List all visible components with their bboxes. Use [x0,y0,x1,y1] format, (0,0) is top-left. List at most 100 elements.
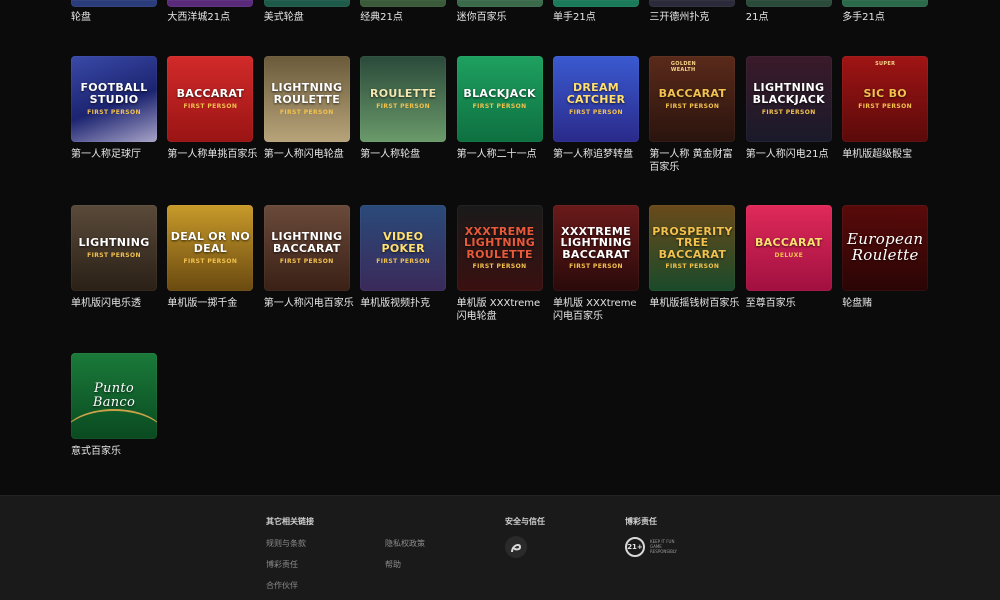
footer-link-privacy[interactable]: 隐私权政策 [385,538,425,549]
game-title[interactable]: 第一人称闪电百家乐 [264,297,354,310]
game-title[interactable]: 单机版视频扑克 [360,297,450,310]
game-thumbnail[interactable]: DEAL OR NO DEAL FIRST PERSON [167,205,254,291]
game-tile[interactable]: PROSPERITY TREE BACCARAT FIRST PERSON 单机版摇… [649,205,739,310]
game-tile[interactable]: 单手21点 [553,0,639,24]
game-title[interactable]: 单机版摇钱树百家乐 [649,297,739,310]
game-title[interactable]: 21点 [746,11,836,24]
game-title[interactable]: 意式百家乐 [71,445,161,458]
game-thumbnail[interactable]: BLACKJACK FIRST PERSON [456,56,543,142]
game-tile[interactable]: LIGHTNING BLACKJACK FIRST PERSON 第一人称闪电21点 [745,56,832,161]
game-tile[interactable]: LIGHTNING ROULETTE FIRST PERSON 第一人称闪电轮盘 [263,56,350,161]
game-title[interactable]: 第一人称足球厅 [71,148,161,161]
game-title[interactable]: 多手21点 [842,11,932,24]
footer-link-partners[interactable]: 合作伙伴 [266,580,298,591]
game-thumbnail[interactable]: European Roulette [842,205,929,291]
game-thumbnail[interactable]: PROSPERITY TREE BACCARAT FIRST PERSON [649,205,736,291]
game-thumbnail[interactable] [745,0,832,7]
game-thumbnail[interactable]: LIGHTNING ROULETTE FIRST PERSON [263,56,350,142]
game-thumbnail[interactable] [360,0,447,7]
footer-link-responsible[interactable]: 博彩责任 [266,559,298,570]
game-thumbnail[interactable] [71,0,157,7]
footer-link-help[interactable]: 帮助 [385,559,401,570]
game-subtitle-text: FIRST PERSON [665,263,720,271]
game-tile[interactable]: 多手21点 [842,0,929,24]
game-thumbnail[interactable]: LIGHTNING BLACKJACK FIRST PERSON [745,56,832,142]
game-title[interactable]: 美式轮盘 [264,11,354,24]
game-title[interactable]: 单手21点 [553,11,643,24]
game-thumbnail[interactable] [456,0,543,7]
game-thumbnail[interactable]: BACCARAT FIRST PERSON [167,56,254,142]
game-tile[interactable]: 轮盘 [71,0,157,24]
game-thumbnail[interactable]: ROULETTE FIRST PERSON [360,56,447,142]
game-tile[interactable]: XXXTREME LIGHTNING ROULETTE FIRST PERSON 单… [456,205,543,323]
game-title[interactable]: 单机版一掷千金 [167,297,257,310]
game-thumbnail[interactable]: FOOTBALL STUDIO FIRST PERSON [71,56,157,142]
game-title[interactable]: 第一人称单挑百家乐 [167,148,257,161]
game-tile[interactable]: 美式轮盘 [263,0,350,24]
game-thumbnail[interactable] [553,0,639,7]
game-tile[interactable]: BACCARAT FIRST PERSON 第一人称单挑百家乐 [167,56,257,161]
game-thumbnail[interactable]: LIGHTNING FIRST PERSON [71,205,157,291]
game-tile[interactable]: LIGHTNING BACCARAT FIRST PERSON 第一人称闪电百家乐 [263,205,354,310]
game-title[interactable]: 单机版 XXXtreme 闪电轮盘 [457,297,547,323]
footer-link-terms[interactable]: 规则与条款 [266,538,306,549]
game-title[interactable]: 第一人称轮盘 [360,148,450,161]
game-title[interactable]: 三开德州扑克 [649,11,739,24]
game-title[interactable]: 至尊百家乐 [746,297,836,310]
game-thumbnail[interactable]: XXXTREME LIGHTNING ROULETTE FIRST PERSON [456,205,543,291]
game-tile[interactable]: Punto Banco 意式百家乐 [71,353,157,458]
game-thumbnail[interactable]: DREAM CATCHER FIRST PERSON [553,56,639,142]
game-tile[interactable]: BACCARAT DELUXE 至尊百家乐 [745,205,832,310]
game-thumbnail[interactable]: LIGHTNING BACCARAT FIRST PERSON [263,205,350,291]
trust-logo-icon[interactable] [505,536,527,558]
game-tile[interactable]: SUPER SIC BO FIRST PERSON 单机版超级骰宝 [842,56,929,161]
game-tile[interactable]: 经典21点 [360,0,447,24]
game-brand-text: BACCARAT [658,87,727,101]
game-thumbnail[interactable]: SUPER SIC BO FIRST PERSON [842,56,929,142]
game-tile[interactable]: XXXTREME LIGHTNING BACCARAT FIRST PERSON 单… [553,205,639,323]
game-tile[interactable]: ROULETTE FIRST PERSON 第一人称轮盘 [360,56,447,161]
game-title[interactable]: 第一人称闪电轮盘 [264,148,354,161]
game-tile[interactable]: DREAM CATCHER FIRST PERSON 第一人称追梦转盘 [553,56,639,161]
game-title[interactable]: 第一人称 黄金财富百家乐 [649,148,739,174]
game-tile[interactable]: GOLDEN WEALTH BACCARAT FIRST PERSON 第一人称 黄金… [649,56,736,174]
game-title[interactable]: 第一人称闪电21点 [746,148,836,161]
game-tile[interactable]: European Roulette 轮盘赌 [842,205,929,310]
game-tile[interactable]: DEAL OR NO DEAL FIRST PERSON 单机版一掷千金 [167,205,254,310]
game-tile[interactable]: VIDEO POKER FIRST PERSON 单机版视频扑克 [360,205,447,310]
game-subtitle-text: FIRST PERSON [87,251,141,259]
footer-trust-column: 安全与信任 [505,516,545,527]
game-title[interactable]: 单机版闪电乐透 [71,297,161,310]
game-thumbnail[interactable]: GOLDEN WEALTH BACCARAT FIRST PERSON [649,56,736,142]
game-tile[interactable]: BLACKJACK FIRST PERSON 第一人称二十一点 [456,56,543,161]
game-tile[interactable]: 大西洋城21点 [167,0,254,24]
game-badge: GOLDEN WEALTH [670,61,696,73]
game-title[interactable]: 第一人称二十一点 [457,148,547,161]
game-subtitle-text: FIRST PERSON [376,102,431,110]
game-title[interactable]: 单机版超级骰宝 [842,148,932,161]
game-title[interactable]: 经典21点 [360,11,450,24]
game-thumbnail[interactable] [649,0,736,7]
age-21-icon: 21+ [625,537,645,557]
game-thumbnail[interactable] [263,0,350,7]
game-title[interactable]: 大西洋城21点 [167,11,257,24]
game-subtitle-text: FIRST PERSON [665,102,720,110]
game-thumbnail[interactable] [167,0,254,7]
game-title[interactable]: 单机版 XXXtreme 闪电百家乐 [553,297,643,323]
game-subtitle-text: FIRST PERSON [472,102,527,110]
game-thumbnail[interactable] [842,0,929,7]
game-thumbnail[interactable]: VIDEO POKER FIRST PERSON [360,205,447,291]
game-title[interactable]: 迷你百家乐 [457,11,547,24]
game-tile[interactable]: 三开德州扑克 [649,0,736,24]
game-title[interactable]: 第一人称追梦转盘 [553,148,643,161]
game-title[interactable]: 轮盘 [71,11,161,24]
game-tile[interactable]: FOOTBALL STUDIO FIRST PERSON 第一人称足球厅 [71,56,157,161]
game-thumbnail[interactable]: BACCARAT DELUXE [745,205,832,291]
game-tile[interactable]: LIGHTNING FIRST PERSON 单机版闪电乐透 [71,205,157,310]
game-title[interactable]: 轮盘赌 [842,297,932,310]
footer-responsible-title: 博彩责任 [625,517,657,526]
game-tile[interactable]: 21点 [745,0,832,24]
game-thumbnail[interactable]: XXXTREME LIGHTNING BACCARAT FIRST PERSON [553,205,639,291]
game-thumbnail[interactable]: Punto Banco [71,353,157,439]
game-tile[interactable]: 迷你百家乐 [456,0,543,24]
